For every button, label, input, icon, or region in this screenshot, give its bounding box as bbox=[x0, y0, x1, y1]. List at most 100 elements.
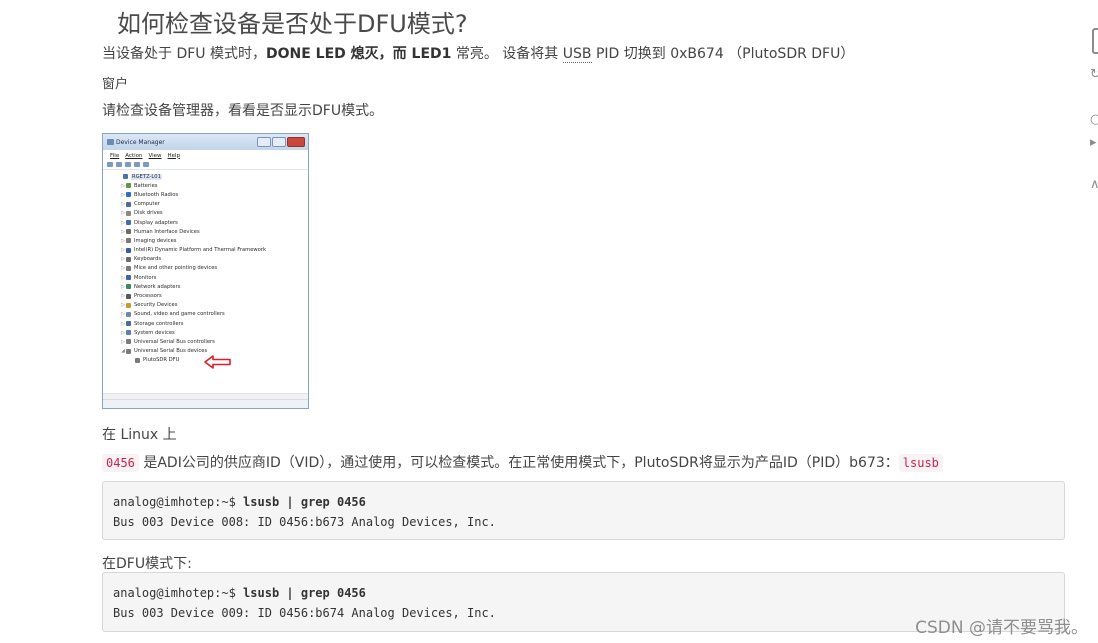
usb-abbr: USB bbox=[562, 46, 592, 63]
dm-window-buttons bbox=[257, 137, 305, 147]
dm-category-row: ▷ Processors bbox=[103, 291, 308, 300]
computer-icon bbox=[123, 174, 128, 180]
device-category-icon bbox=[126, 302, 131, 308]
dm-category-label: Imaging devices bbox=[134, 237, 177, 244]
intro-suffix: PID 切换到 0xB674 （PlutoSDR DFU） bbox=[591, 46, 855, 62]
dm-category-row: ▷ Universal Serial Bus controllers bbox=[103, 337, 308, 346]
minimize-icon bbox=[257, 137, 271, 147]
device-category-icon bbox=[126, 311, 131, 317]
maximize-icon bbox=[272, 137, 286, 147]
dm-category-row: ▷ Intel(R) Dynamic Platform and Thermal F… bbox=[103, 246, 308, 255]
dm-category-label: Processors bbox=[134, 293, 162, 300]
code-command: lsusb | grep 0456 bbox=[243, 495, 366, 509]
comment-icon[interactable]: ○ bbox=[1090, 113, 1098, 126]
device-category-icon bbox=[126, 192, 131, 198]
dm-category-row: ▷ Imaging devices bbox=[103, 236, 308, 245]
dm-category-label: System devices bbox=[134, 329, 175, 336]
dm-category-row: ▷ Display adapters bbox=[103, 218, 308, 227]
dm-title-bar: Device Manager bbox=[103, 134, 308, 150]
collect-icon[interactable]: ∧ bbox=[1090, 178, 1098, 191]
intro-prefix: 当设备处于 DFU 模式时， bbox=[102, 46, 266, 62]
device-category-icon bbox=[126, 256, 131, 262]
dm-category-row: ▷ Computer bbox=[103, 200, 308, 209]
dm-category-label: Bluetooth Radios bbox=[134, 191, 179, 198]
dm-category-row: ▷ Mice and other pointing devices bbox=[103, 264, 308, 273]
dm-toolbar bbox=[103, 160, 308, 170]
code-prompt: analog@imhotep:~$ bbox=[113, 495, 244, 509]
dm-category-label: Keyboards bbox=[134, 256, 162, 263]
device-category-icon bbox=[126, 220, 131, 226]
device-category-icon bbox=[126, 348, 131, 354]
vid-inline-code: 0456 bbox=[102, 454, 139, 472]
dfu-intro-paragraph: 当设备处于 DFU 模式时，DONE LED 熄灭，而 LED1 常亮。 设备将… bbox=[102, 43, 854, 63]
dm-menu-view: View bbox=[148, 152, 162, 159]
device-category-icon bbox=[126, 321, 131, 327]
dm-status-bar bbox=[103, 399, 308, 408]
device-manager-icon bbox=[107, 139, 114, 145]
dm-title: Device Manager bbox=[116, 138, 165, 146]
dm-category-label: Computer bbox=[134, 201, 160, 208]
like-icon[interactable]: ↻ bbox=[1090, 68, 1098, 81]
linux-label: 在 Linux 上 bbox=[102, 427, 177, 443]
close-icon bbox=[287, 137, 305, 147]
dm-category-row: ▷ Human Interface Devices bbox=[103, 227, 308, 236]
device-category-icon bbox=[126, 293, 131, 299]
code-output: Bus 003 Device 008: ID 0456:b673 Analog … bbox=[113, 515, 496, 529]
dm-device-tree: RGETZ-L01 ▷ Batteries ▷ Bluetooth Radios ▷ Co… bbox=[103, 170, 308, 365]
windows-label: 窗户 bbox=[102, 77, 129, 92]
dm-category-label: Intel(R) Dynamic Platform and Thermal Fr… bbox=[134, 247, 266, 254]
dm-category-label: Mice and other pointing devices bbox=[134, 265, 218, 272]
dm-root-label: RGETZ-L01 bbox=[131, 173, 162, 180]
dm-category-label: Storage controllers bbox=[134, 320, 184, 327]
back-icon bbox=[107, 162, 113, 167]
dm-category-row: ▷ Sound, video and game controllers bbox=[103, 310, 308, 319]
device-category-icon bbox=[126, 210, 131, 216]
dm-category-label: Universal Serial Bus controllers bbox=[134, 338, 215, 345]
help-icon bbox=[134, 162, 140, 167]
device-category-icon bbox=[126, 201, 131, 207]
dm-category-label: Universal Serial Bus devices bbox=[134, 348, 208, 355]
dm-category-row: ▷ Security Devices bbox=[103, 301, 308, 310]
scan-icon bbox=[143, 162, 149, 167]
dm-menu-bar: File Action View Help bbox=[103, 151, 308, 160]
dm-category-row: ▷ Batteries bbox=[103, 181, 308, 190]
dm-category-label: Monitors bbox=[134, 274, 157, 281]
code-output: Bus 003 Device 009: ID 0456:b674 Analog … bbox=[113, 606, 496, 620]
device-category-icon bbox=[126, 339, 131, 345]
csdn-watermark: CSDN @请不要骂我。 bbox=[915, 618, 1088, 638]
windows-instructions: 请检查设备管理器，看看是否显示DFU模式。 bbox=[102, 103, 384, 119]
linux-text: 是ADI公司的供应商ID（VID），通过使用，可以检查模式。在正常使用模式下，P… bbox=[138, 455, 899, 471]
dm-category-row: ▷ Keyboards bbox=[103, 255, 308, 264]
dm-category-row: ▷ Bluetooth Radios bbox=[103, 190, 308, 199]
done-led-text: DONE LED bbox=[265, 46, 346, 62]
side-toolbar-button[interactable] bbox=[1092, 28, 1098, 54]
dm-category-label: Network adapters bbox=[134, 283, 181, 290]
code-block-normal-mode: analog@imhotep:~$ lsusb | grep 0456 Bus … bbox=[102, 481, 1065, 540]
dm-category-label: Security Devices bbox=[134, 302, 178, 309]
red-arrow-icon bbox=[204, 355, 231, 369]
device-category-icon bbox=[126, 183, 131, 189]
dm-menu-action: Action bbox=[125, 152, 143, 159]
usb-device-icon bbox=[135, 357, 140, 363]
dm-category-label: Batteries bbox=[134, 182, 158, 189]
device-category-icon bbox=[126, 247, 131, 253]
dm-category-row: ▷ Disk drives bbox=[103, 209, 308, 218]
dm-leaf-label: PlutoSDR DFU bbox=[143, 357, 180, 364]
dm-root-node: RGETZ-L01 bbox=[103, 172, 308, 181]
dm-category-row: ▷ System devices bbox=[103, 328, 308, 337]
dm-category-row: ▷ Storage controllers bbox=[103, 319, 308, 328]
dm-menu-file: File bbox=[110, 152, 120, 159]
device-category-icon bbox=[126, 284, 131, 290]
device-category-icon bbox=[126, 229, 131, 235]
code-prompt: analog@imhotep:~$ bbox=[113, 586, 244, 600]
dm-menu-help: Help bbox=[167, 152, 181, 159]
expand-icon[interactable]: ▸ bbox=[1090, 136, 1098, 149]
linux-paragraph: 0456 是ADI公司的供应商ID（VID），通过使用，可以检查模式。在正常使用… bbox=[102, 452, 943, 472]
dm-category-row: ▷ Monitors bbox=[103, 273, 308, 282]
dm-category-label: Sound, video and game controllers bbox=[134, 311, 225, 318]
dm-category-label: Disk drives bbox=[134, 210, 163, 217]
device-category-icon bbox=[126, 330, 131, 336]
forward-icon bbox=[116, 162, 122, 167]
dm-category-label: Display adapters bbox=[134, 219, 178, 226]
intro-mid2: 常亮。 设备将其 bbox=[451, 46, 563, 62]
